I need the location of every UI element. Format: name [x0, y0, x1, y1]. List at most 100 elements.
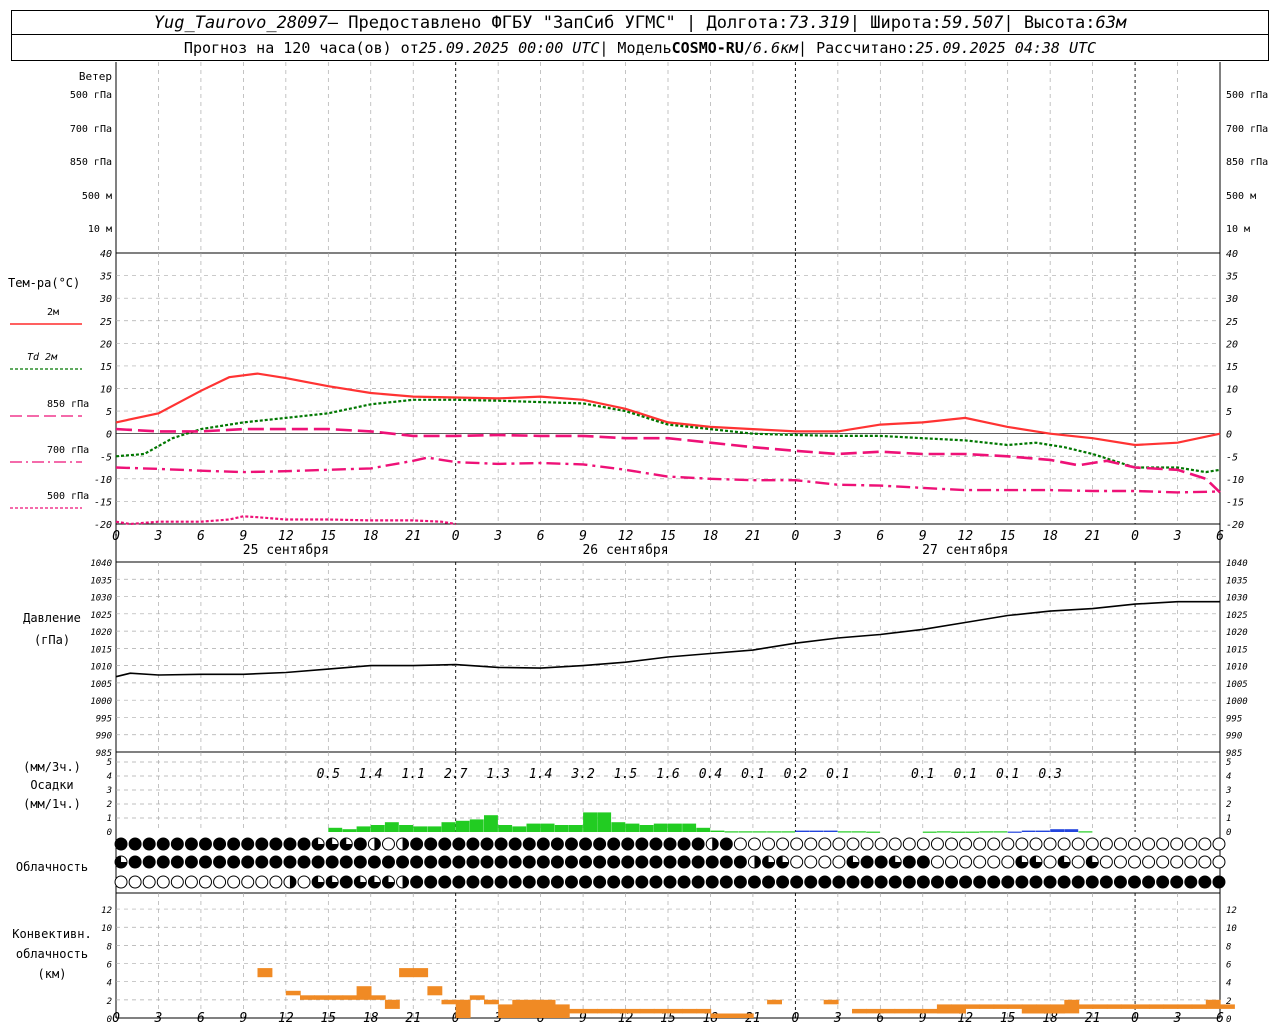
precip-bar — [1050, 829, 1065, 832]
precip-3h-total: 1.4 — [529, 767, 552, 782]
cloud-circle — [930, 855, 944, 869]
cloud-circle — [945, 855, 959, 869]
conv-cloud-bar — [526, 999, 542, 1018]
cloud-symbol — [311, 837, 325, 851]
pressure-ytick-right: 1020 — [1226, 628, 1248, 638]
precip-ytick-right: 0 — [1226, 828, 1231, 838]
cloud-symbol — [255, 875, 269, 889]
temp-ytick-right: 35 — [1225, 272, 1238, 283]
cloud-circle — [691, 875, 705, 889]
precip-bar — [668, 823, 682, 832]
cloud-symbol — [1043, 837, 1057, 851]
cloud-symbol — [930, 837, 944, 851]
precip-3h-total: 0.5 — [317, 767, 341, 782]
cloud-circle — [593, 837, 607, 851]
cloud-symbol — [241, 855, 255, 869]
x-tick-label-bottom: 15 — [1000, 1011, 1016, 1024]
cloud-symbol — [677, 837, 691, 851]
cloud-circle — [536, 855, 550, 869]
cloud-symbol — [607, 837, 621, 851]
cloud-circle — [494, 855, 508, 869]
precip-ytick: 5 — [107, 758, 112, 768]
conv-ytick: 6 — [107, 961, 112, 971]
temp-ytick: 20 — [100, 339, 112, 350]
cloud-symbol — [170, 855, 184, 869]
conv-cloud-bar — [1092, 1004, 1108, 1009]
cloud-symbol — [846, 837, 860, 851]
conv-cloud-bar — [852, 1008, 867, 1014]
cloud-symbol — [128, 875, 142, 889]
cloud-circle — [1085, 837, 1099, 851]
cloud-symbol — [142, 837, 156, 851]
conv-cloud-bar — [922, 1008, 938, 1014]
cloud-circle — [846, 837, 860, 851]
temp-legend-label: 700 гПа — [47, 445, 89, 456]
cloud-symbol — [930, 855, 944, 869]
temp-ytick-right: 25 — [1226, 317, 1238, 328]
cloud-circle — [1029, 837, 1043, 851]
cloud-symbol — [466, 855, 480, 869]
cloud-circle — [241, 837, 255, 851]
cloud-circle — [593, 875, 607, 889]
cloud-symbol — [776, 875, 790, 889]
precip-bar — [455, 820, 470, 832]
cloud-symbol — [959, 855, 973, 869]
temp-ytick: 10 — [100, 385, 112, 396]
conv-cloud-bar — [639, 1008, 655, 1014]
cloud-symbol — [1099, 855, 1113, 869]
cloud-circle — [621, 875, 635, 889]
cloud-circle — [114, 837, 128, 851]
cloud-circle — [508, 837, 522, 851]
cloud-circle — [227, 875, 241, 889]
x-tick-label: 3 — [493, 529, 502, 544]
cloud-circle — [1043, 875, 1057, 889]
x-tick-label: 0 — [112, 529, 120, 544]
cloud-circle — [635, 875, 649, 889]
conv-cloud-bar — [979, 1004, 995, 1009]
cloud-symbol — [1001, 875, 1015, 889]
cloud-symbol — [184, 837, 198, 851]
precip-bar — [1007, 831, 1022, 833]
cloud-symbol — [987, 875, 1001, 889]
cloud-circle — [888, 837, 902, 851]
cloud-symbol — [480, 837, 494, 851]
cloud-circle — [1113, 837, 1127, 851]
conv-cloud-bar — [936, 1004, 952, 1014]
cloud-symbol — [1128, 855, 1142, 869]
cloud-circle — [790, 837, 804, 851]
cloud-circle — [621, 837, 635, 851]
precip-3h-total: 3.2 — [570, 767, 595, 782]
cloud-symbol — [621, 837, 635, 851]
precip-3h-total: 0.1 — [741, 767, 764, 782]
cloud-circle — [691, 837, 705, 851]
cloud-symbol — [677, 875, 691, 889]
cloud-circle — [367, 855, 381, 869]
pressure-ytick-right: 1005 — [1226, 680, 1248, 690]
temp-ytick-right: -20 — [1226, 520, 1244, 531]
x-tick-label-bottom: 0 — [1131, 1011, 1139, 1024]
cloud-circle — [241, 875, 255, 889]
cloud-symbol — [1212, 855, 1226, 869]
cloud-symbol — [888, 837, 902, 851]
cloud-circle — [170, 837, 184, 851]
cloud-symbol — [198, 875, 212, 889]
x-tick-label: 15 — [1000, 529, 1016, 544]
cloud-symbol — [987, 855, 1001, 869]
cloud-symbol — [283, 855, 297, 869]
cloud-circle — [747, 875, 761, 889]
cloud-symbol — [916, 875, 930, 889]
precip-bar — [738, 831, 753, 833]
precip-bar — [1064, 829, 1079, 832]
precip-3h-total: 1.3 — [486, 767, 509, 782]
cloud-symbol — [353, 855, 367, 869]
cloud-symbol — [579, 855, 593, 869]
cloud-symbol — [1128, 875, 1142, 889]
precip-bar — [370, 825, 385, 832]
cloud-circle — [945, 837, 959, 851]
cloud-symbol — [494, 875, 508, 889]
conv-cloud-bar — [441, 999, 457, 1005]
conv-ytick-right: 8 — [1226, 942, 1231, 952]
cloud-circle — [1057, 875, 1071, 889]
cloud-symbol — [762, 875, 776, 889]
cloud-symbol — [1113, 837, 1127, 851]
